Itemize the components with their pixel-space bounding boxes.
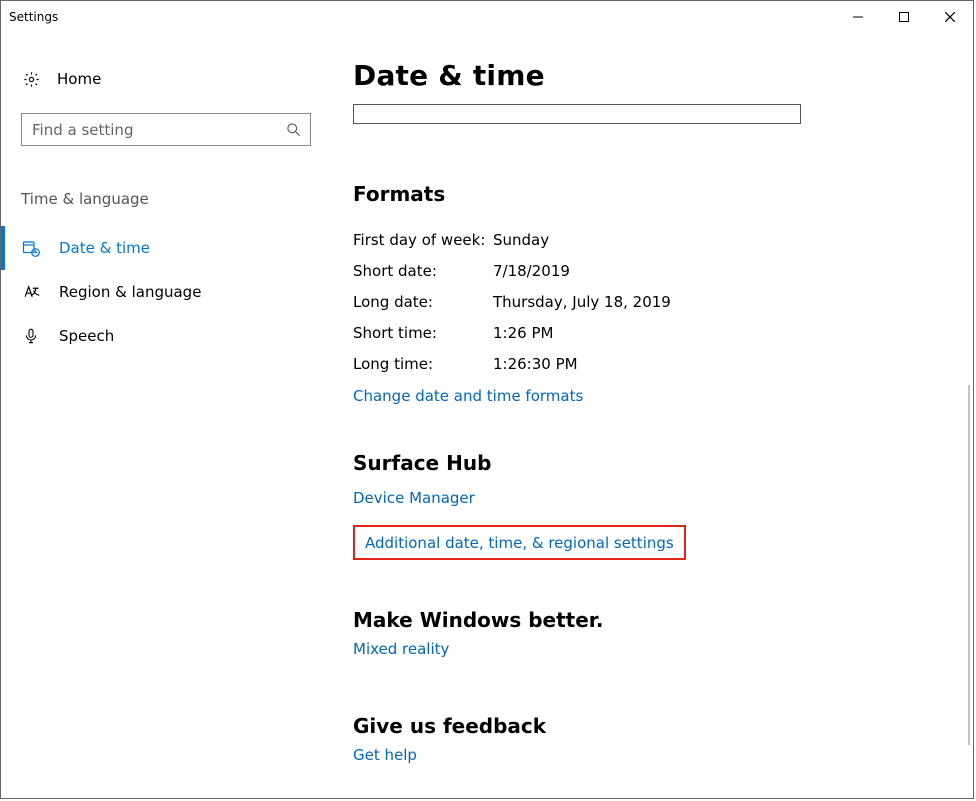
formats-value: 1:26:30 PM [493, 355, 578, 373]
close-button[interactable] [927, 2, 973, 32]
titlebar: Settings [1, 1, 973, 33]
device-manager-link[interactable]: Device Manager [353, 489, 475, 507]
sidebar-category: Time & language [21, 190, 301, 208]
nav-date-time[interactable]: Date & time [1, 226, 301, 270]
formats-value: 7/18/2019 [493, 262, 570, 280]
settings-window: Settings Home [0, 0, 974, 799]
feedback-heading: Give us feedback [353, 714, 953, 738]
surface-hub-heading: Surface Hub [353, 451, 953, 475]
formats-value: Thursday, July 18, 2019 [493, 293, 671, 311]
formats-heading: Formats [353, 182, 953, 206]
nav-speech[interactable]: Speech [1, 314, 301, 358]
window-title: Settings [9, 10, 58, 24]
formats-value: Sunday [493, 231, 549, 249]
nav-label: Region & language [59, 283, 201, 301]
formats-key: First day of week: [353, 231, 493, 249]
calendar-dropdown[interactable] [353, 104, 801, 124]
formats-row: Long time: 1:26:30 PM [353, 348, 953, 379]
calendar-clock-icon [21, 239, 41, 257]
formats-table: First day of week: Sunday Short date: 7/… [353, 224, 953, 379]
search-input[interactable] [22, 114, 276, 145]
nav-label: Date & time [59, 239, 150, 257]
mixed-reality-link[interactable]: Mixed reality [353, 640, 449, 658]
highlight-box: Additional date, time, & regional settin… [353, 525, 686, 560]
nav-label: Speech [59, 327, 114, 345]
formats-key: Short time: [353, 324, 493, 342]
scrollbar-thumb[interactable] [968, 385, 970, 745]
home-label: Home [57, 70, 101, 88]
window-body: Home Time & language [1, 33, 973, 798]
sidebar-nav: Date & time Region & language [1, 226, 301, 358]
search-icon [276, 122, 310, 137]
sidebar: Home Time & language [1, 33, 321, 798]
formats-key: Long time: [353, 355, 493, 373]
page-title: Date & time [353, 59, 953, 92]
formats-row: Short time: 1:26 PM [353, 317, 953, 348]
maximize-button[interactable] [881, 2, 927, 32]
make-better-heading: Make Windows better. [353, 608, 953, 632]
scrollbar[interactable] [956, 101, 972, 797]
change-formats-link[interactable]: Change date and time formats [353, 387, 583, 405]
window-controls [835, 2, 973, 32]
microphone-icon [21, 328, 41, 344]
formats-row: First day of week: Sunday [353, 224, 953, 255]
formats-row: Long date: Thursday, July 18, 2019 [353, 286, 953, 317]
gear-icon [21, 71, 41, 88]
formats-value: 1:26 PM [493, 324, 553, 342]
get-help-link[interactable]: Get help [353, 746, 417, 764]
nav-region-language[interactable]: Region & language [1, 270, 301, 314]
formats-key: Short date: [353, 262, 493, 280]
main-content: Date & time Formats First day of week: S… [321, 33, 973, 798]
additional-settings-link[interactable]: Additional date, time, & regional settin… [365, 534, 674, 552]
formats-key: Long date: [353, 293, 493, 311]
search-box[interactable] [21, 113, 311, 146]
formats-row: Short date: 7/18/2019 [353, 255, 953, 286]
language-icon [21, 284, 41, 301]
home-nav[interactable]: Home [21, 57, 301, 101]
minimize-button[interactable] [835, 2, 881, 32]
